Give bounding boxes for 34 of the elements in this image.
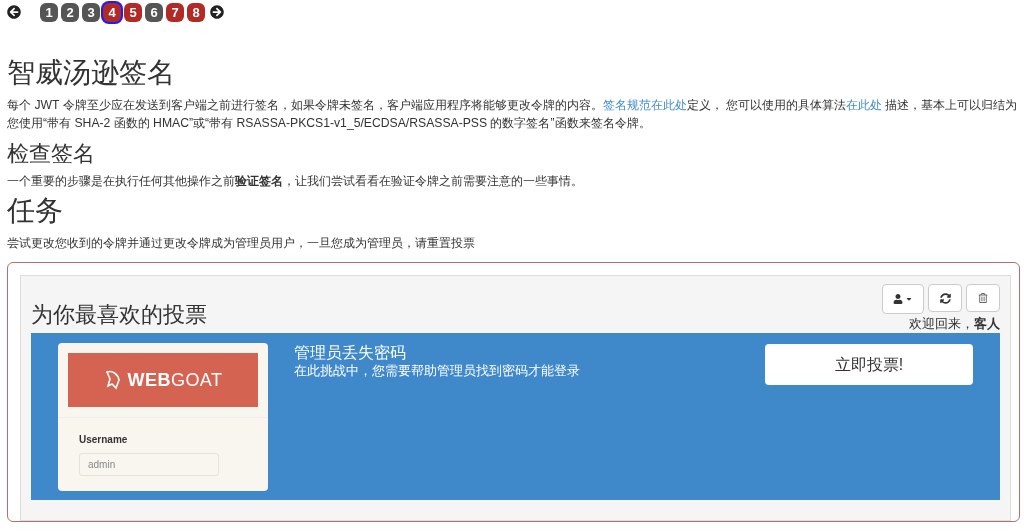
challenge-description: 在此挑战中，您需要帮助管理员找到密码才能登录 [294, 363, 581, 379]
next-page-icon[interactable] [210, 5, 224, 19]
page-button[interactable]: 2 [61, 2, 79, 22]
page-button[interactable]: 1 [40, 2, 58, 22]
page-button[interactable]: 7 [166, 2, 184, 22]
paragraph: 每个 JWT 令牌至少应在发送到客户端之前进行签名，如果令牌未签名，客户端应用程序将能够更改令牌的内容。签名规范在此处定义， 您可以使用的具体算法在此处 描述，基本上可以归结为您使用“带有 SHA-2 函数的 HMAC”或“带有 RSASSA-PKCS1-v1_5/ECDSA/RSASSA-PSS 的数字签名”函数来签名令牌。 [7, 97, 1019, 132]
section-heading: 任务 [7, 194, 64, 228]
caret-icon [905, 295, 913, 303]
user-icon [893, 294, 903, 304]
refresh-button[interactable] [928, 284, 962, 312]
page-button[interactable]: 8 [187, 2, 205, 22]
paragraph: 尝试更改您收到的令牌并通过更改令牌成为管理员用户，一旦您成为管理员，请重置投票 [7, 235, 476, 252]
page-button[interactable]: 5 [124, 2, 142, 22]
text-link[interactable]: 在此处 [846, 98, 882, 112]
page-button[interactable]: 6 [145, 2, 163, 22]
goat-icon [103, 370, 122, 390]
challenge-title: 管理员丢失密码 [294, 343, 407, 363]
previous-page-icon[interactable] [7, 5, 21, 19]
text-link[interactable]: 签名规范在此处 [602, 98, 687, 112]
section-heading: 检查签名 [7, 140, 96, 168]
trash-icon [978, 293, 988, 303]
paragraph: 一个重要的步骤是在执行任何其他操作之前验证签名，让我们尝试看看在验证令牌之前需要注意的一些事情。 [7, 173, 584, 190]
page-button[interactable]: 3 [82, 2, 100, 22]
user-name: 客人 [974, 316, 1000, 332]
refresh-icon [939, 292, 951, 304]
page-button[interactable]: 4 [103, 2, 121, 22]
user-menu-button[interactable] [882, 284, 924, 314]
logo-text: WEBGOAT [127, 368, 223, 392]
field-label: Username [79, 433, 129, 447]
welcome-text: 欢迎回来， [909, 316, 974, 332]
vote-button[interactable]: 立即投票! [765, 344, 973, 385]
voting-title: 为你最喜欢的投票 [31, 301, 207, 329]
username-field[interactable]: admin [79, 453, 219, 476]
section-heading: 智威汤逊签名 [7, 56, 176, 90]
